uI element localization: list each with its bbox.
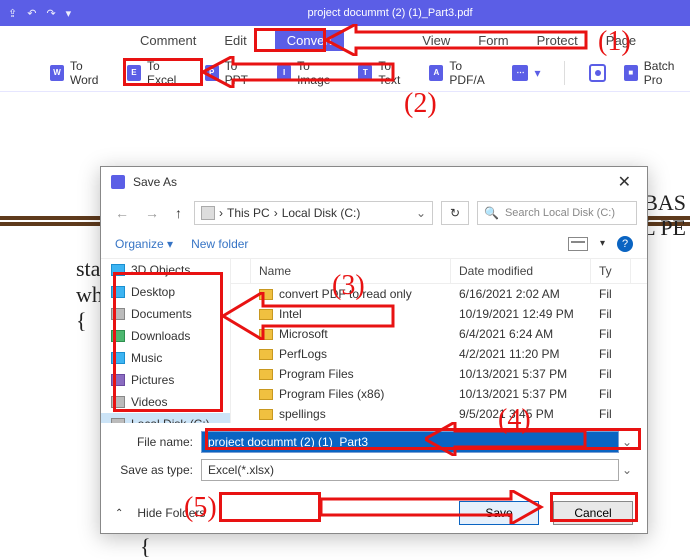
sidebar-item-pictures[interactable]: Pictures — [101, 369, 230, 391]
forward-icon: → — [141, 203, 163, 223]
titlebar-quick-icons: ⇪ ↶ ↷ ▾ — [8, 7, 98, 20]
tab-edit[interactable]: Edit — [224, 33, 246, 48]
sidebar-item-music[interactable]: Music — [101, 347, 230, 369]
chevron-down-icon[interactable]: ⌄ — [416, 206, 426, 220]
app-icon — [111, 175, 125, 189]
bg-text: { — [76, 308, 87, 334]
pc-icon — [201, 206, 215, 220]
chevron-down-icon: ▾ — [534, 66, 540, 80]
dialog-toolbar: Organize ▾ New folder ▾ ? — [101, 229, 647, 259]
close-icon[interactable]: ✕ — [612, 172, 637, 192]
dialog-title: Save As — [133, 175, 177, 189]
cancel-button[interactable]: Cancel — [553, 501, 633, 525]
col-type[interactable]: Ty — [591, 259, 631, 283]
more-button[interactable]: ⋯▾ — [512, 65, 540, 81]
search-icon: 🔍 — [484, 206, 499, 220]
save-type-select[interactable]: Excel(*.xlsx) — [201, 459, 619, 481]
excel-icon: E — [127, 65, 141, 81]
bg-text: wh — [76, 282, 103, 308]
file-row[interactable]: Program Files (x86)10/13/2021 5:37 PMFil — [231, 384, 647, 404]
column-headers: Name Date modified Ty — [231, 259, 647, 284]
folder-icon — [111, 264, 125, 276]
back-icon[interactable]: ← — [111, 203, 133, 223]
folder-icon — [111, 396, 125, 408]
dialog-nav: ← → ↑ › This PC › Local Disk (C:) ⌄ ↻ 🔍 … — [101, 197, 647, 229]
redo-icon[interactable]: ↷ — [46, 7, 55, 20]
word-icon: W — [50, 65, 64, 81]
file-row[interactable]: spellings9/5/2021 3:45 PMFil — [231, 404, 647, 423]
search-input[interactable]: 🔍 Search Local Disk (C:) — [477, 201, 637, 225]
share-icon[interactable]: ⇪ — [8, 7, 17, 20]
annotation-arrow-2 — [203, 56, 403, 88]
file-row[interactable]: PerfLogs4/2/2021 11:20 PMFil — [231, 344, 647, 364]
chevron-down-icon[interactable]: ▾ — [600, 238, 605, 249]
sidebar-item-videos[interactable]: Videos — [101, 391, 230, 413]
sidebar-item-desktop[interactable]: Desktop — [101, 281, 230, 303]
pdfa-icon: A — [429, 65, 443, 81]
chevron-down-icon[interactable]: ⌄ — [619, 435, 635, 449]
help-icon[interactable]: ? — [617, 236, 633, 252]
folder-icon — [111, 374, 125, 386]
document-title: project docummt (2) (1)_Part3.pdf — [98, 7, 682, 19]
file-row[interactable]: Program Files10/13/2021 5:37 PMFil — [231, 364, 647, 384]
disk-icon — [111, 418, 125, 423]
col-name[interactable]: Name — [251, 259, 451, 283]
more-icon: ⋯ — [512, 65, 528, 81]
batch-button[interactable]: ■Batch Pro — [624, 59, 690, 87]
batch-icon: ■ — [624, 65, 638, 81]
save-type-label: Save as type: — [113, 463, 201, 477]
new-folder-button[interactable]: New folder — [191, 237, 248, 251]
dropdown-icon[interactable]: ▾ — [66, 7, 72, 20]
undo-icon[interactable]: ↶ — [27, 7, 36, 20]
folder-sidebar: 3D Objects Desktop Documents Downloads M… — [101, 259, 231, 423]
folder-icon — [111, 286, 125, 298]
annotation-arrow-3 — [223, 292, 403, 340]
up-icon[interactable]: ↑ — [171, 203, 186, 223]
shape-icon[interactable] — [589, 64, 605, 82]
to-excel-button[interactable]: ETo Excel — [127, 59, 187, 87]
address-bar[interactable]: › This PC › Local Disk (C:) ⌄ — [194, 201, 433, 225]
sidebar-item-localdisk[interactable]: Local Disk (C:) — [101, 413, 230, 423]
hide-folders-button[interactable]: Hide Folders — [137, 506, 205, 520]
chevron-up-icon[interactable]: ⌃ — [115, 508, 123, 519]
col-date[interactable]: Date modified — [451, 259, 591, 283]
file-list: Name Date modified Ty convert PDF to rea… — [231, 259, 647, 423]
save-as-dialog: Save As ✕ ← → ↑ › This PC › Local Disk (… — [100, 166, 648, 534]
refresh-icon[interactable]: ↻ — [441, 201, 469, 225]
organize-button[interactable]: Organize ▾ — [115, 237, 173, 251]
titlebar: ⇪ ↶ ↷ ▾ project docummt (2) (1)_Part3.pd… — [0, 0, 690, 26]
sidebar-item-downloads[interactable]: Downloads — [101, 325, 230, 347]
tab-page[interactable]: Page — [606, 33, 636, 48]
breadcrumb[interactable]: Local Disk (C:) — [282, 206, 361, 220]
folder-icon — [111, 308, 125, 320]
to-word-button[interactable]: WTo Word — [50, 59, 109, 87]
folder-icon — [111, 352, 125, 364]
sidebar-item-3d[interactable]: 3D Objects — [101, 259, 230, 281]
annotation-arrow-1 — [326, 24, 596, 56]
dialog-titlebar: Save As ✕ — [101, 167, 647, 197]
view-icon[interactable] — [568, 237, 588, 251]
file-name-label: File name: — [113, 435, 201, 449]
annotation-arrow-4 — [425, 422, 595, 456]
annotation-arrow-5 — [321, 490, 551, 524]
chevron-down-icon[interactable]: ⌄ — [619, 463, 635, 477]
annotation-number-2: (2) — [404, 88, 437, 120]
tab-comment[interactable]: Comment — [140, 33, 196, 48]
breadcrumb[interactable]: This PC — [227, 206, 270, 220]
to-pdfa-button[interactable]: ATo PDF/A — [429, 59, 494, 87]
bg-text: { — [140, 534, 151, 560]
sidebar-item-documents[interactable]: Documents — [101, 303, 230, 325]
separator — [564, 61, 565, 85]
folder-icon — [111, 330, 125, 342]
